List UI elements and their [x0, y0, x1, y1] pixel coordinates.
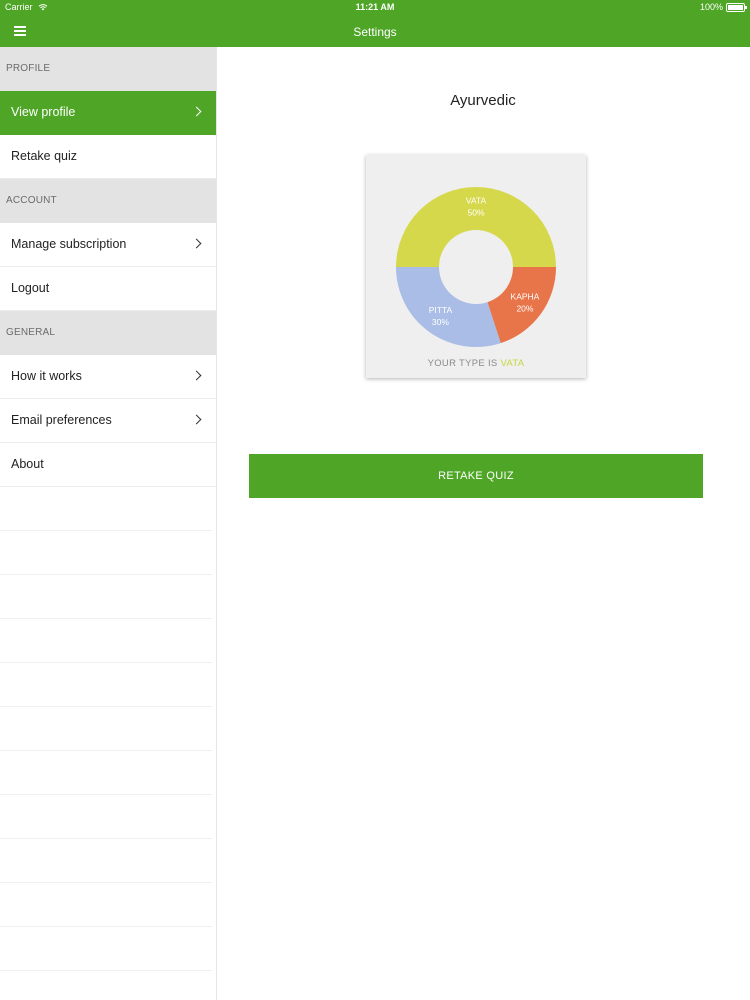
page-title: Settings [353, 25, 397, 39]
chevron-right-icon [191, 414, 202, 425]
sidebar-item-about[interactable]: About [0, 443, 216, 487]
empty-row [0, 707, 212, 751]
empty-row [0, 839, 212, 883]
sidebar-item-logout[interactable]: Logout [0, 267, 216, 311]
sidebar-item-label: View profile [11, 105, 76, 119]
slice-label-pitta: PITTA [429, 305, 453, 315]
slice-value-vata: 50% [467, 208, 484, 218]
sidebar-item-retake-quiz[interactable]: Retake quiz [0, 135, 216, 179]
sidebar-item-label: How it works [11, 369, 82, 383]
chevron-right-icon [191, 238, 202, 249]
empty-row [0, 795, 212, 839]
battery-status: 100% [699, 2, 747, 12]
status-bar: Carrier 11:21 AM 100% [0, 0, 750, 14]
result-prefix: YOUR TYPE IS [427, 358, 498, 369]
sidebar-item-label: Email preferences [11, 413, 112, 427]
section-header-profile: PROFILE [0, 47, 216, 91]
sidebar-item-label: About [11, 457, 44, 471]
retake-quiz-button[interactable]: RETAKE QUIZ [249, 454, 703, 498]
top-bar: Carrier 11:21 AM 100% Settings [0, 0, 750, 47]
empty-row [0, 619, 212, 663]
slice-value-kapha: 20% [516, 304, 533, 314]
sidebar-item-manage-subscription[interactable]: Manage subscription [0, 223, 216, 267]
status-time: 11:21 AM [355, 2, 395, 12]
chevron-right-icon [191, 370, 202, 381]
slice-label-kapha: KAPHA [511, 292, 540, 302]
sidebar-item-view-profile[interactable]: View profile [0, 91, 216, 135]
section-header-account: ACCOUNT [0, 179, 216, 223]
empty-row [0, 663, 212, 707]
dosha-donut-chart: VATA 50% KAPHA 20% PITTA 30% [396, 187, 556, 347]
sidebar-item-how-it-works[interactable]: How it works [0, 355, 216, 399]
empty-row [0, 883, 212, 927]
chevron-right-icon [191, 106, 202, 117]
battery-icon [726, 2, 747, 12]
sidebar-item-email-preferences[interactable]: Email preferences [0, 399, 216, 443]
sidebar-item-label: Manage subscription [11, 237, 127, 251]
result-text: YOUR TYPE IS VATA [366, 358, 586, 369]
empty-row [0, 575, 212, 619]
empty-row [0, 487, 212, 531]
empty-row [0, 927, 212, 971]
dosha-chart-card: VATA 50% KAPHA 20% PITTA 30% YOUR TYPE IS VAT… [366, 155, 586, 378]
empty-row [0, 531, 212, 575]
result-type: VATA [500, 358, 525, 369]
sidebar: PROFILE View profile Retake quiz ACCOUNT… [0, 47, 217, 1000]
sidebar-item-label: Retake quiz [11, 149, 78, 163]
empty-row [0, 751, 212, 795]
sidebar-item-label: Logout [11, 281, 50, 295]
section-header-general: GENERAL [0, 311, 216, 355]
battery-percent: 100% [699, 2, 723, 12]
slice-label-vata: VATA [466, 196, 487, 206]
slice-value-pitta: 30% [432, 317, 449, 327]
main-title: Ayurvedic [450, 92, 516, 109]
